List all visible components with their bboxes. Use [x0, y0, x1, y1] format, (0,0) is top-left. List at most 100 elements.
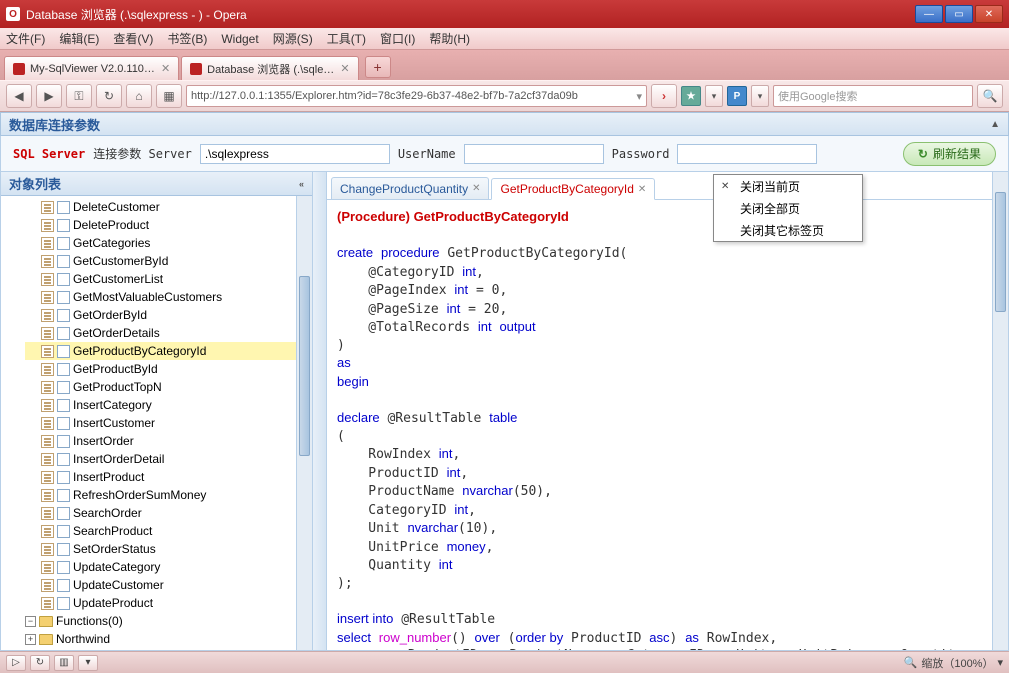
status-sync-icon[interactable]: ↻: [30, 655, 50, 671]
security-button[interactable]: ▦: [156, 84, 182, 108]
tree-item[interactable]: InsertOrderDetail: [25, 450, 296, 468]
code-tab-2[interactable]: GetProductByCategoryId✕: [491, 178, 655, 200]
tree-item-label: GetOrderById: [73, 308, 147, 322]
code-tab-1[interactable]: ChangeProductQuantity✕: [331, 177, 489, 199]
search-button[interactable]: 🔍: [977, 84, 1003, 108]
maximize-button[interactable]: ▭: [945, 5, 973, 23]
expand-icon[interactable]: +: [25, 634, 36, 645]
tree-item-label: UpdateCustomer: [73, 578, 164, 592]
proc-icon2: [57, 219, 70, 232]
tree-item-label: InsertCategory: [73, 398, 152, 412]
close-icon[interactable]: ✕: [638, 184, 646, 195]
server-input[interactable]: [200, 144, 390, 164]
browser-tab-strip: My-SqlViewer V2.0.110… ✕ Database 浏览器 (.…: [0, 50, 1009, 80]
sidebar-scrollbar[interactable]: [296, 196, 312, 650]
menu-edit[interactable]: 编辑(E): [59, 30, 99, 47]
expand-icon[interactable]: −: [25, 616, 36, 627]
back-button[interactable]: ◀: [6, 84, 32, 108]
scroll-thumb[interactable]: [299, 276, 310, 456]
tab-close-icon[interactable]: ✕: [161, 62, 170, 75]
home-button[interactable]: ⌂: [126, 84, 152, 108]
browser-tab-2[interactable]: Database 浏览器 (.\sqle… ✕: [181, 56, 358, 80]
search-box[interactable]: 使用Google搜索: [773, 85, 973, 107]
ctx-close-all[interactable]: 关闭全部页: [714, 197, 862, 219]
folder-icon: [39, 616, 53, 627]
tree-folder[interactable]: +Northwind: [25, 630, 296, 648]
address-bar[interactable]: http://127.0.0.1:1355/Explorer.htm?id=78…: [186, 85, 647, 107]
sidebar-header[interactable]: 对象列表 «: [1, 172, 312, 196]
tree-item[interactable]: InsertCategory: [25, 396, 296, 414]
menu-tools[interactable]: 工具(T): [327, 30, 366, 47]
password-input[interactable]: [677, 144, 817, 164]
menu-view[interactable]: 查看(V): [113, 30, 153, 47]
scroll-thumb[interactable]: [995, 192, 1006, 312]
tree-item[interactable]: DeleteCustomer: [25, 198, 296, 216]
tree-item[interactable]: GetCustomerList: [25, 270, 296, 288]
minimize-button[interactable]: —: [915, 5, 943, 23]
tree-item-label: GetCustomerList: [73, 272, 163, 286]
zoom-label[interactable]: 缩放（100%）: [921, 655, 993, 671]
bookmark-dropdown[interactable]: ▾: [705, 85, 723, 107]
bookmark-button[interactable]: ★: [681, 86, 701, 106]
tree-item[interactable]: GetCategories: [25, 234, 296, 252]
zoom-dropdown-icon[interactable]: ▾: [997, 656, 1003, 669]
ctx-close-current[interactable]: 关闭当前页: [714, 175, 862, 197]
tree-item[interactable]: SearchProduct: [25, 522, 296, 540]
tree-item[interactable]: UpdateCustomer: [25, 576, 296, 594]
tree-item-label: GetProductByCategoryId: [73, 344, 206, 358]
reload-button[interactable]: ↻: [96, 84, 122, 108]
code-view[interactable]: (Procedure) GetProductByCategoryId creat…: [327, 200, 992, 650]
tree-item[interactable]: InsertOrder: [25, 432, 296, 450]
wand-button[interactable]: ⚿: [66, 84, 92, 108]
go-button[interactable]: ›: [651, 84, 677, 108]
tree-item[interactable]: SetOrderStatus: [25, 540, 296, 558]
tree-item[interactable]: GetProductById: [25, 360, 296, 378]
menu-help[interactable]: 帮助(H): [429, 30, 470, 47]
proc-icon: [41, 471, 54, 484]
status-dropdown[interactable]: ▾: [78, 655, 98, 671]
tree-item[interactable]: GetCustomerById: [25, 252, 296, 270]
menu-window[interactable]: 窗口(I): [380, 30, 415, 47]
status-play-icon[interactable]: ▷: [6, 655, 26, 671]
menu-widget[interactable]: Widget: [221, 32, 258, 46]
object-tree[interactable]: DeleteCustomerDeleteProductGetCategories…: [1, 196, 296, 650]
code-scrollbar[interactable]: [992, 172, 1008, 650]
search-engine-button[interactable]: P: [727, 86, 747, 106]
sidebar-collapse-icon[interactable]: «: [299, 179, 304, 189]
tree-item[interactable]: InsertCustomer: [25, 414, 296, 432]
tree-item[interactable]: SearchOrder: [25, 504, 296, 522]
tree-item-label: SearchOrder: [73, 506, 142, 520]
forward-button[interactable]: ▶: [36, 84, 62, 108]
new-tab-button[interactable]: +: [365, 56, 391, 78]
menu-bookmarks[interactable]: 书签(B): [167, 30, 207, 47]
tree-item[interactable]: RefreshOrderSumMoney: [25, 486, 296, 504]
proc-icon2: [57, 345, 70, 358]
collapse-icon[interactable]: ▲: [990, 119, 1000, 130]
tree-item[interactable]: GetProductByCategoryId: [25, 342, 296, 360]
dropdown-icon[interactable]: ▾: [636, 90, 642, 103]
status-panel-icon[interactable]: ▥: [54, 655, 74, 671]
proc-icon: [41, 507, 54, 520]
tree-item[interactable]: GetMostValuableCustomers: [25, 288, 296, 306]
ctx-close-others[interactable]: 关闭其它标签页: [714, 219, 862, 241]
close-icon[interactable]: ✕: [472, 183, 480, 194]
tree-item-label: UpdateCategory: [73, 560, 160, 574]
browser-tab-1[interactable]: My-SqlViewer V2.0.110… ✕: [4, 56, 179, 80]
menu-file[interactable]: 文件(F): [6, 30, 45, 47]
splitter[interactable]: [313, 172, 327, 650]
tab-close-icon[interactable]: ✕: [340, 62, 349, 75]
connection-panel-header[interactable]: 数据库连接参数 ▲: [0, 112, 1009, 136]
tree-item[interactable]: GetOrderById: [25, 306, 296, 324]
close-button[interactable]: ✕: [975, 5, 1003, 23]
tree-item[interactable]: UpdateCategory: [25, 558, 296, 576]
tree-item[interactable]: GetProductTopN: [25, 378, 296, 396]
tree-item[interactable]: InsertProduct: [25, 468, 296, 486]
tree-item[interactable]: DeleteProduct: [25, 216, 296, 234]
tree-item[interactable]: UpdateProduct: [25, 594, 296, 612]
menu-source[interactable]: 网源(S): [273, 30, 313, 47]
tree-folder[interactable]: −Functions(0): [25, 612, 296, 630]
refresh-button[interactable]: 刷新结果: [903, 142, 996, 166]
search-engine-dropdown[interactable]: ▾: [751, 85, 769, 107]
tree-item[interactable]: GetOrderDetails: [25, 324, 296, 342]
username-input[interactable]: [464, 144, 604, 164]
